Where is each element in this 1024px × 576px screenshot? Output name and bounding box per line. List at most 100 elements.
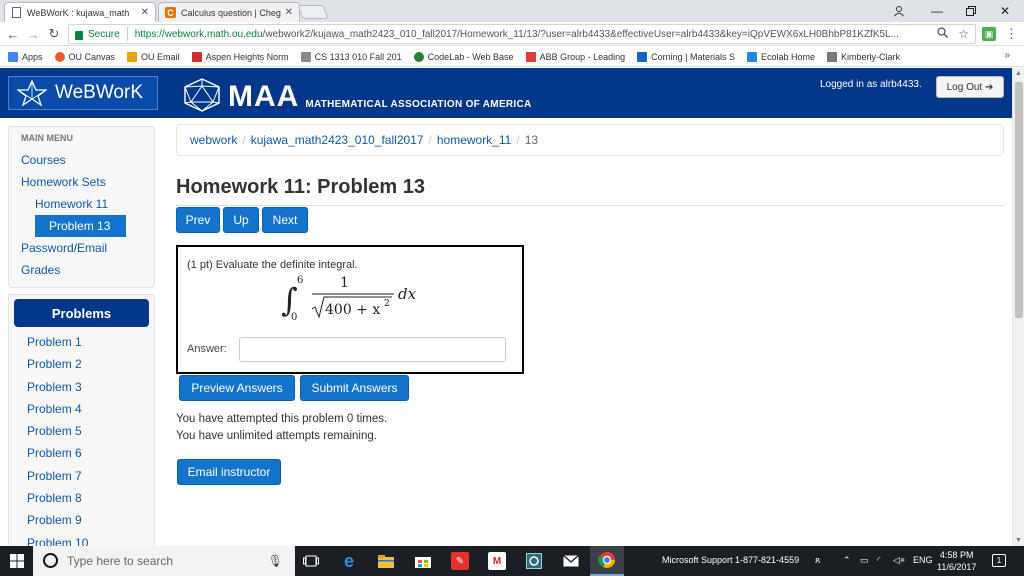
problem-list-item[interactable]: Problem 9 xyxy=(9,509,154,531)
more-bookmarks-icon[interactable]: » xyxy=(1004,50,1010,61)
preview-answers-button[interactable]: Preview Answers xyxy=(179,375,295,401)
tray-chevron-icon[interactable]: ⌃ xyxy=(843,555,851,566)
app-red-icon[interactable]: ✎ xyxy=(451,552,469,570)
bookmark-star-icon[interactable]: ☆ xyxy=(958,27,969,41)
attempted-text: You have attempted this problem 0 times. xyxy=(176,413,388,425)
file-explorer-icon[interactable] xyxy=(377,552,395,570)
url-field[interactable]: Secure https://webwork.math.ou.edu/webwo… xyxy=(68,24,976,44)
bookmark-item[interactable]: ABB Group - Leading xyxy=(525,51,626,62)
problems-button[interactable]: Problems xyxy=(14,299,149,327)
menu-item-grades[interactable]: Grades xyxy=(9,259,154,281)
breadcrumb-webwork[interactable]: webwork xyxy=(190,133,237,147)
breadcrumb-set[interactable]: homework_11 xyxy=(437,133,511,147)
bookmark-label: OU Canvas xyxy=(68,51,116,62)
volume-icon[interactable]: ◁× xyxy=(893,555,905,566)
main-menu: MAIN MENU Courses Homework Sets Homework… xyxy=(8,126,155,288)
bookmark-item[interactable]: CS 1313 010 Fall 201 xyxy=(300,51,402,62)
scroll-up-icon[interactable]: ▲ xyxy=(1015,70,1022,77)
bookmark-item[interactable]: Aspen Heights Norm xyxy=(191,51,289,62)
bookmark-item[interactable]: Ecolab Home xyxy=(747,51,816,62)
problem-list-item[interactable]: Problem 8 xyxy=(9,487,154,509)
prev-button[interactable]: Prev xyxy=(176,207,220,233)
edge-icon[interactable]: e xyxy=(340,551,358,571)
language-indicator[interactable]: ENG xyxy=(913,555,933,565)
extension-icon[interactable]: ▣ xyxy=(982,27,996,41)
problem-list-item[interactable]: Problem 7 xyxy=(9,465,154,487)
search-placeholder: Type here to search xyxy=(67,554,174,568)
app-camera-icon[interactable] xyxy=(525,552,543,570)
restore-icon[interactable] xyxy=(956,0,986,22)
problem-list-item[interactable]: Problem 5 xyxy=(9,420,154,442)
battery-icon[interactable]: ▭ xyxy=(860,555,869,566)
logout-button[interactable]: Log Out ➔ xyxy=(936,76,1004,98)
submit-answers-button[interactable]: Submit Answers xyxy=(300,375,409,401)
bookmark-item[interactable]: Corning | Materials S xyxy=(637,51,735,62)
menu-item-homework-sets[interactable]: Homework Sets xyxy=(9,171,154,193)
problem-list-item[interactable]: Problem 1 xyxy=(9,331,154,353)
bookmark-label: ABB Group - Leading xyxy=(539,51,626,62)
lower-limit: 0 xyxy=(291,312,297,323)
next-button[interactable]: Next xyxy=(262,207,308,233)
exponent: 2 xyxy=(384,299,390,309)
windows-start-icon[interactable] xyxy=(10,554,24,571)
menu-item-courses[interactable]: Courses xyxy=(9,149,154,171)
page-title: Homework 11: Problem 13 xyxy=(176,176,425,198)
menu-item-password-email[interactable]: Password/Email xyxy=(9,237,154,259)
maa-logo[interactable]: MAA MATHEMATICAL ASSOCIATION OF AMERICA xyxy=(182,78,532,112)
chrome-taskbar-icon[interactable] xyxy=(590,546,624,576)
scroll-thumb[interactable] xyxy=(1015,82,1023,318)
close-window-icon[interactable]: ✕ xyxy=(990,0,1020,22)
bookmark-item[interactable]: Kimberly-Clark xyxy=(827,51,900,62)
close-tab-icon[interactable]: ✕ xyxy=(285,7,293,18)
tab-chegg[interactable]: C Calculus question | Cheg ✕ xyxy=(158,2,300,22)
email-instructor-button[interactable]: Email instructor xyxy=(177,459,281,485)
task-view-icon[interactable] xyxy=(302,552,320,570)
clock[interactable]: 4:58 PM 11/6/2017 xyxy=(937,549,976,573)
problem-list-item[interactable]: Problem 3 xyxy=(9,376,154,398)
up-button[interactable]: Up xyxy=(223,207,259,233)
wifi-icon[interactable]: ◜ xyxy=(877,555,881,566)
people-icon[interactable]: ጸ xyxy=(815,555,820,566)
browser-menu-icon[interactable]: ⋮ xyxy=(1005,26,1018,42)
problem-box: (1 pt) Evaluate the definite integral. ∫… xyxy=(176,245,524,374)
problem-list-item[interactable]: Problem 4 xyxy=(9,398,154,420)
bookmark-label: Ecolab Home xyxy=(761,51,816,62)
webwork-logo[interactable]: WeBWorK xyxy=(8,76,158,110)
new-tab-button[interactable] xyxy=(297,5,329,19)
answer-input[interactable] xyxy=(239,337,506,362)
problem-list-item[interactable]: Problem 10 xyxy=(9,532,154,546)
store-icon[interactable] xyxy=(414,552,432,570)
remaining-text: You have unlimited attempts remaining. xyxy=(176,430,377,442)
reload-icon[interactable]: ↻ xyxy=(45,25,63,43)
forward-icon[interactable]: → xyxy=(24,25,42,43)
page-scrollbar[interactable]: ▲ ▼ xyxy=(1012,68,1024,546)
minimize-icon[interactable]: — xyxy=(922,0,952,22)
bookmark-item[interactable]: CodeLab - Web Base xyxy=(413,51,514,62)
url-text: https://webwork.math.ou.edu/webwork2/kuj… xyxy=(135,29,938,40)
integral-formula: ∫ 6 0 1 400 + x 2 dx xyxy=(281,275,417,323)
zoom-icon[interactable] xyxy=(937,27,949,41)
mail-icon[interactable] xyxy=(562,552,580,570)
scroll-down-icon[interactable]: ▼ xyxy=(1015,537,1022,544)
bookmark-item[interactable]: OU Email xyxy=(127,51,180,62)
tab-webwork[interactable]: WeBWorK : kujawa_math ✕ xyxy=(4,2,156,22)
problem-list-item[interactable]: Problem 6 xyxy=(9,442,154,464)
bookmark-favicon-icon xyxy=(827,51,838,62)
taskbar-search[interactable]: Type here to search 🎙 xyxy=(33,546,295,576)
numerator: 1 xyxy=(340,275,349,291)
mcafee-icon[interactable]: M xyxy=(488,552,506,570)
microphone-icon[interactable]: 🎙 xyxy=(268,554,283,568)
profile-icon[interactable] xyxy=(884,0,914,22)
breadcrumb-course[interactable]: kujawa_math2423_010_fall2017 xyxy=(251,133,424,147)
bookmark-item[interactable]: Apps xyxy=(8,51,43,62)
close-tab-icon[interactable]: ✕ xyxy=(141,7,149,18)
problem-nav: Prev Up Next xyxy=(176,207,308,233)
menu-item-homework-11[interactable]: Homework 11 xyxy=(9,193,154,215)
menu-item-problem-13[interactable]: Problem 13 xyxy=(35,215,126,237)
back-icon[interactable]: ← xyxy=(4,25,22,43)
page-icon xyxy=(11,7,22,18)
action-center-icon[interactable]: 1 xyxy=(992,554,1006,567)
problem-list-item[interactable]: Problem 2 xyxy=(9,353,154,375)
bookmark-item[interactable]: OU Canvas xyxy=(54,51,116,62)
secure-indicator[interactable]: Secure xyxy=(75,29,120,40)
